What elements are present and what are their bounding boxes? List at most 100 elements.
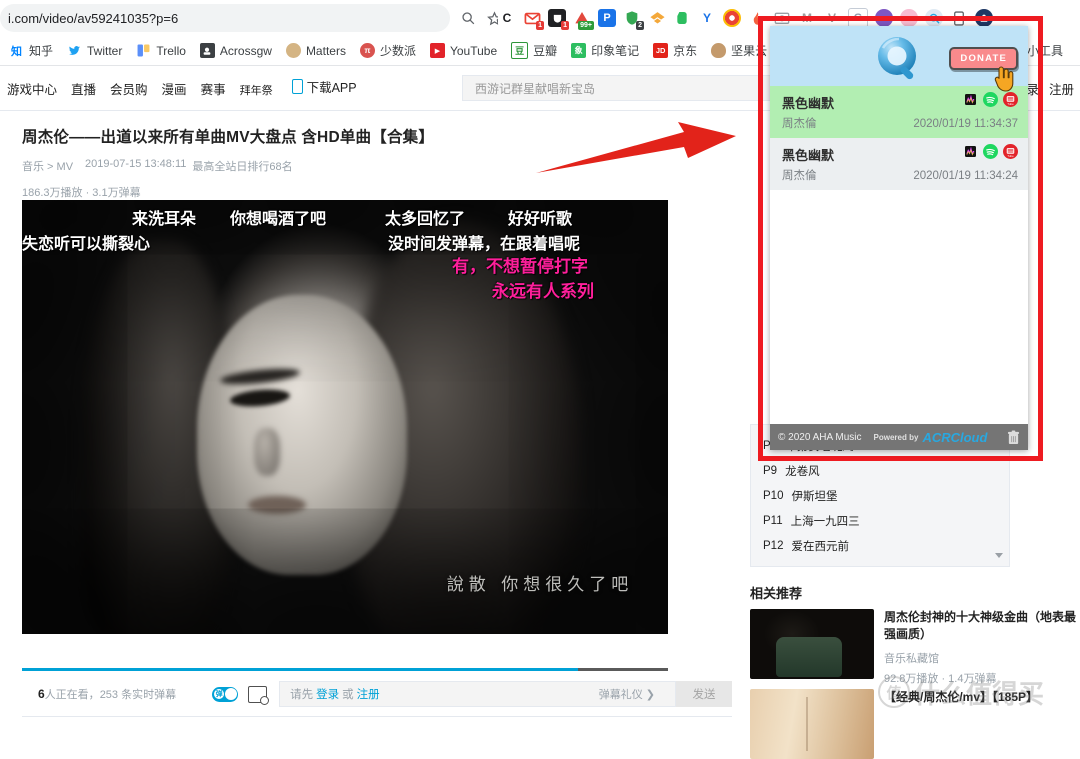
bookmark-label: 坚果云 <box>731 44 768 58</box>
danmaku-send-button[interactable]: 发送 <box>676 681 732 707</box>
register-link[interactable]: 注册 <box>1049 79 1074 98</box>
pinterest-extension-icon[interactable]: P <box>598 9 616 27</box>
v-extension-icon[interactable]: V <box>823 9 841 27</box>
bookmark-label: Acrossgw <box>219 43 272 58</box>
bookmark-trello[interactable]: Trello <box>129 39 193 63</box>
aha-service-links: Tube <box>963 92 1018 107</box>
playlist-item[interactable]: P12 爱在西元前 <box>751 533 1009 558</box>
raccoon-extension-icon[interactable] <box>875 9 893 27</box>
youtube-icon[interactable]: Tube <box>1003 92 1018 107</box>
shazam-icon[interactable] <box>963 92 978 107</box>
danmaku-comment: 有，不想暂停打字 <box>452 257 588 276</box>
danmaku-input[interactable]: 请先 登录 或 注册 弹幕礼仪 ❯ <box>279 681 676 707</box>
jd-icon: JD <box>653 43 669 58</box>
bookmark-douban[interactable]: 豆 豆瓣 <box>504 39 564 63</box>
evernote-extension-icon[interactable] <box>673 9 691 27</box>
download-app-link[interactable]: 下载APP <box>280 77 357 96</box>
bookmark-acrossgw[interactable]: Acrossgw <box>193 39 279 63</box>
aha-song-timestamp: 2020/01/19 11:34:37 <box>913 118 1018 130</box>
recommend-item-1[interactable]: 周杰伦封神的十大神级金曲（地表最强画质） 音乐私藏馆 92.8万播放 · 1.4… <box>750 609 1080 686</box>
spotify-icon[interactable] <box>983 92 998 107</box>
aha-song-row[interactable]: 黑色幽默 周杰倫 2020/01/19 11:34:37 Tube <box>770 86 1028 138</box>
chrome-extension-icon[interactable] <box>723 9 741 27</box>
playlist-item-index: P12 <box>763 539 784 552</box>
gmail-extension-icon[interactable]: M <box>798 9 816 27</box>
alert-extension-icon[interactable]: 99+ <box>573 9 594 30</box>
bookmark-sspai[interactable]: π 少数派 <box>353 39 423 63</box>
playlist-item[interactable]: P10 伊斯坦堡 <box>751 483 1009 508</box>
bookmark-label: 豆瓣 <box>533 44 558 58</box>
bookmark-evernote[interactable]: 象 印象笔记 <box>564 39 646 63</box>
address-bar[interactable]: i.com/video/av59241035?p=6 <box>0 4 450 32</box>
bookmark-label: 小工具 <box>1026 44 1063 58</box>
c-extension-icon[interactable]: C <box>498 9 516 27</box>
danmaku-etiquette-link[interactable]: 弹幕礼仪 ❯ <box>599 686 665 702</box>
trello-icon <box>136 43 152 58</box>
danmaku-settings-icon[interactable] <box>248 685 270 705</box>
player-progress-track[interactable] <box>22 668 668 671</box>
shazam-icon[interactable] <box>963 144 978 159</box>
aha-music-popup[interactable]: DONATE 黑色幽默 周杰倫 2020/01/19 11:34:37 Tube 黑色幽… <box>770 26 1028 450</box>
video-stats: 186.3万播放 · 3.1万弹幕 <box>22 187 141 199</box>
yandex-extension-icon[interactable]: Y <box>698 9 716 27</box>
alert-badge: 99+ <box>578 21 594 30</box>
recommend-item-2[interactable]: 【经典/周杰伦/mv】【185P】 <box>750 689 1080 759</box>
playlist-item-index: P11 <box>763 514 783 527</box>
recommend-thumbnail <box>750 689 874 759</box>
grammar-extension-icon[interactable]: G <box>848 8 868 28</box>
danmaku-comment: 来洗耳朵 <box>132 211 197 228</box>
chevron-down-icon[interactable] <box>995 553 1003 558</box>
danmaku-comment: 没时间发弹幕，在跟着唱呢 <box>388 236 581 253</box>
nav-item-game-center[interactable]: 游戏中心 <box>0 79 64 98</box>
recommend-title: 【经典/周杰伦/mv】【185P】 <box>884 690 1039 704</box>
bookmark-matters[interactable]: Matters <box>279 39 353 63</box>
screenshot-extension-icon[interactable] <box>773 9 791 27</box>
svg-text:Tube: Tube <box>1007 102 1014 106</box>
bookmark-youtube[interactable]: ▶ YouTube <box>423 39 504 63</box>
danmaku-input-prefix: 请先 <box>290 689 314 701</box>
bookmark-zhihu[interactable]: 知 知乎 <box>2 39 60 63</box>
danmaku-login-link[interactable]: 登录 <box>316 686 339 702</box>
aha-song-timestamp: 2020/01/19 11:34:24 <box>913 170 1018 182</box>
bookmark-jianguoyun[interactable]: 坚果云 <box>704 39 774 63</box>
playlist-item[interactable]: P11 上海一九四三 <box>751 508 1009 533</box>
flame-extension-icon[interactable] <box>748 9 766 27</box>
bookmark-twitter[interactable]: Twitter <box>60 39 129 63</box>
video-player[interactable]: 来洗耳朵 你想喝酒了吧 太多回忆了 好好听歌 失恋听可以撕裂心 没时间发弹幕，在跟着唱呢有… <box>22 200 668 634</box>
search-icon[interactable] <box>458 8 478 28</box>
shield-extension-icon[interactable]: 2 <box>623 9 644 30</box>
danmaku-input-or: 或 <box>342 689 354 701</box>
recommend-section-title: 相关推荐 <box>750 586 803 601</box>
aha-song-row[interactable]: 黑色幽默 周杰倫 2020/01/19 11:34:24 Tube <box>770 138 1028 190</box>
youtube-icon[interactable]: Tube <box>1003 144 1018 159</box>
nav-item-vip-shop[interactable]: 会员购 <box>103 79 155 98</box>
nav-item-manga[interactable]: 漫画 <box>155 79 194 98</box>
playlist-item-label: 上海一九四三 <box>790 515 860 528</box>
recommend-uploader[interactable]: 音乐私藏馆 <box>884 650 1080 666</box>
cat-extension-icon[interactable] <box>900 9 918 27</box>
playlist-item[interactable]: P9 龙卷风 <box>751 458 1009 483</box>
danmaku-register-link[interactable]: 注册 <box>357 686 380 702</box>
aha-music-extension-icon[interactable] <box>925 9 943 27</box>
nav-item-events[interactable]: 赛事 <box>194 79 233 98</box>
mobile-extension-icon[interactable] <box>950 9 968 27</box>
matters-icon <box>285 43 301 58</box>
video-category[interactable]: 音乐 > MV <box>22 158 73 174</box>
aha-powered-by-label: Powered by <box>873 432 919 442</box>
spotify-icon[interactable] <box>983 144 998 159</box>
address-bar-url: i.com/video/av59241035?p=6 <box>8 10 179 26</box>
nav-item-live[interactable]: 直播 <box>64 79 103 98</box>
dropbox-extension-icon[interactable] <box>648 9 666 27</box>
aha-popup-footer: © 2020 AHA Music Powered by ACRCloud <box>770 424 1028 450</box>
zhihu-icon: 知 <box>9 43 24 58</box>
youtube-icon: ▶ <box>429 43 445 58</box>
pocket-extension-icon[interactable]: 1 <box>548 9 569 30</box>
download-app-label: 下载APP <box>306 81 357 95</box>
bookmark-jd[interactable]: JD 京东 <box>646 39 704 63</box>
profile-avatar-icon[interactable] <box>975 9 993 27</box>
trash-icon[interactable] <box>1007 429 1020 445</box>
danmaku-toggle-icon[interactable]: 弹 <box>212 686 239 702</box>
bookmark-label: 印象笔记 <box>591 44 640 58</box>
nav-item-new-year-festival[interactable]: 拜年祭 <box>233 79 280 98</box>
mail-extension-icon[interactable]: 1 <box>523 9 544 30</box>
